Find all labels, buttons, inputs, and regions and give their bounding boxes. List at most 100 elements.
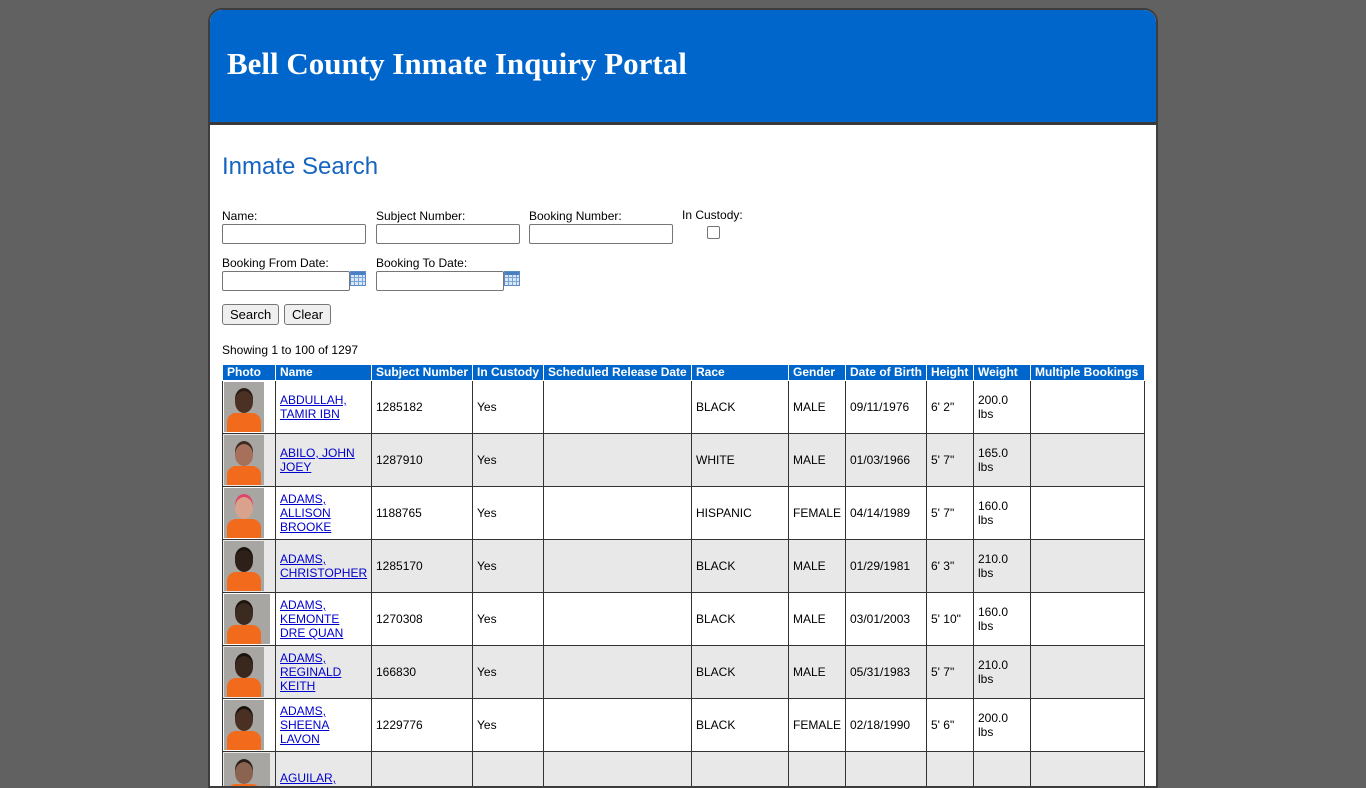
dob-cell: 03/01/2003 — [846, 593, 927, 646]
column-header-height[interactable]: Height — [927, 365, 974, 381]
calendar-icon[interactable] — [504, 271, 520, 286]
photo-cell — [223, 752, 276, 788]
subject-number-cell: 1270308 — [372, 593, 473, 646]
inmate-name-link[interactable]: ADAMS,CHRISTOPHER — [280, 552, 367, 580]
photo-head — [235, 709, 253, 731]
release-date-cell — [544, 593, 692, 646]
inmate-name-link[interactable]: ADAMS,REGINALDKEITH — [280, 651, 341, 693]
column-header-weight[interactable]: Weight — [974, 365, 1031, 381]
column-header-date-of-birth[interactable]: Date of Birth — [846, 365, 927, 381]
table-row: ADAMS,KEMONTEDRE QUAN1270308YesBLACKMALE… — [223, 593, 1145, 646]
inmate-photo[interactable] — [224, 647, 264, 697]
column-header-in-custody[interactable]: In Custody — [473, 365, 544, 381]
inmate-photo[interactable] — [224, 753, 270, 788]
photo-body — [227, 413, 261, 432]
in-custody-cell: Yes — [473, 593, 544, 646]
name-line: KEITH — [280, 679, 315, 693]
photo-cell — [223, 593, 276, 646]
inmate-photo[interactable] — [224, 700, 264, 750]
photo-head — [235, 497, 253, 519]
photo-head — [235, 603, 253, 625]
inmate-photo[interactable] — [224, 382, 264, 432]
subject-number-cell — [372, 752, 473, 788]
column-header-gender[interactable]: Gender — [789, 365, 846, 381]
inmate-photo[interactable] — [224, 594, 270, 644]
photo-body — [227, 625, 261, 644]
gender-cell: MALE — [789, 434, 846, 487]
race-cell: HISPANIC — [692, 487, 789, 540]
release-date-cell — [544, 646, 692, 699]
inmate-name-link[interactable]: AGUILAR, — [280, 771, 336, 785]
release-date-cell — [544, 434, 692, 487]
inmate-name-link[interactable]: ADAMS,ALLISONBROOKE — [280, 492, 331, 534]
gender-cell — [789, 752, 846, 788]
name-line: ABDULLAH, — [280, 393, 347, 407]
table-row: ADAMS,REGINALDKEITH166830YesBLACKMALE05/… — [223, 646, 1145, 699]
results-header-row: Photo Name Subject Number In Custody Sch… — [223, 365, 1145, 381]
height-cell: 5' 7" — [927, 434, 974, 487]
photo-head — [235, 550, 253, 572]
race-cell: BLACK — [692, 699, 789, 752]
name-line: ADAMS, — [280, 651, 326, 665]
name-line: ADAMS, — [280, 598, 326, 612]
name-line: LAVON — [280, 732, 320, 746]
name-line: REGINALD — [280, 665, 341, 679]
photo-cell — [223, 699, 276, 752]
table-row: AGUILAR, — [223, 752, 1145, 788]
name-line: BROOKE — [280, 520, 331, 534]
table-row: ADAMS,ALLISONBROOKE1188765YesHISPANICFEM… — [223, 487, 1145, 540]
inmate-name-link[interactable]: ABDULLAH,TAMIR IBN — [280, 393, 347, 421]
inmate-name-link[interactable]: ADAMS,KEMONTEDRE QUAN — [280, 598, 343, 640]
name-cell: ADAMS,ALLISONBROOKE — [276, 487, 372, 540]
booking-to-input[interactable] — [376, 271, 504, 291]
in-custody-label: In Custody: — [682, 208, 743, 222]
name-cell: ABDULLAH,TAMIR IBN — [276, 381, 372, 434]
subject-number-cell: 1188765 — [372, 487, 473, 540]
column-header-subject-number[interactable]: Subject Number — [372, 365, 473, 381]
inmate-name-link[interactable]: ABILO, JOHNJOEY — [280, 446, 355, 474]
in-custody-cell: Yes — [473, 434, 544, 487]
photo-cell — [223, 646, 276, 699]
clear-button[interactable]: Clear — [284, 304, 331, 325]
inmate-photo[interactable] — [224, 435, 264, 485]
race-cell: BLACK — [692, 593, 789, 646]
name-line: ADAMS, — [280, 552, 326, 566]
photo-head — [235, 762, 253, 784]
column-header-name[interactable]: Name — [276, 365, 372, 381]
search-button[interactable]: Search — [222, 304, 279, 325]
photo-body — [227, 678, 261, 697]
calendar-icon[interactable] — [350, 271, 366, 286]
results-body: ABDULLAH,TAMIR IBN1285182YesBLACKMALE09/… — [223, 381, 1145, 788]
column-header-photo[interactable]: Photo — [223, 365, 276, 381]
in-custody-cell: Yes — [473, 699, 544, 752]
column-header-race[interactable]: Race — [692, 365, 789, 381]
portal-frame: Bell County Inmate Inquiry Portal Inmate… — [208, 8, 1158, 788]
column-header-multiple-bookings[interactable]: Multiple Bookings — [1031, 365, 1145, 381]
in-custody-cell: Yes — [473, 487, 544, 540]
inmate-name-link[interactable]: ADAMS,SHEENALAVON — [280, 704, 329, 746]
in-custody-checkbox[interactable] — [707, 226, 720, 239]
name-line: ABILO, JOHN — [280, 446, 355, 460]
booking-from-input[interactable] — [222, 271, 350, 291]
name-line: KEMONTE — [280, 612, 339, 626]
subject-number-cell: 1285170 — [372, 540, 473, 593]
booking-number-input[interactable] — [529, 224, 673, 244]
name-cell: ABILO, JOHNJOEY — [276, 434, 372, 487]
inmate-photo[interactable] — [224, 488, 264, 538]
column-header-scheduled-release-date[interactable]: Scheduled Release Date — [544, 365, 692, 381]
subject-number-label: Subject Number: — [376, 209, 465, 223]
release-date-cell — [544, 487, 692, 540]
weight-cell: 165.0 lbs — [974, 434, 1031, 487]
weight-cell — [974, 752, 1031, 788]
portal-title: Bell County Inmate Inquiry Portal — [227, 46, 687, 82]
weight-cell: 210.0 lbs — [974, 540, 1031, 593]
name-input[interactable] — [222, 224, 366, 244]
race-cell: BLACK — [692, 540, 789, 593]
photo-cell — [223, 487, 276, 540]
height-cell: 5' 7" — [927, 487, 974, 540]
subject-number-input[interactable] — [376, 224, 520, 244]
in-custody-cell: Yes — [473, 540, 544, 593]
inmate-photo[interactable] — [224, 541, 264, 591]
height-cell: 6' 3" — [927, 540, 974, 593]
photo-body — [227, 572, 261, 591]
